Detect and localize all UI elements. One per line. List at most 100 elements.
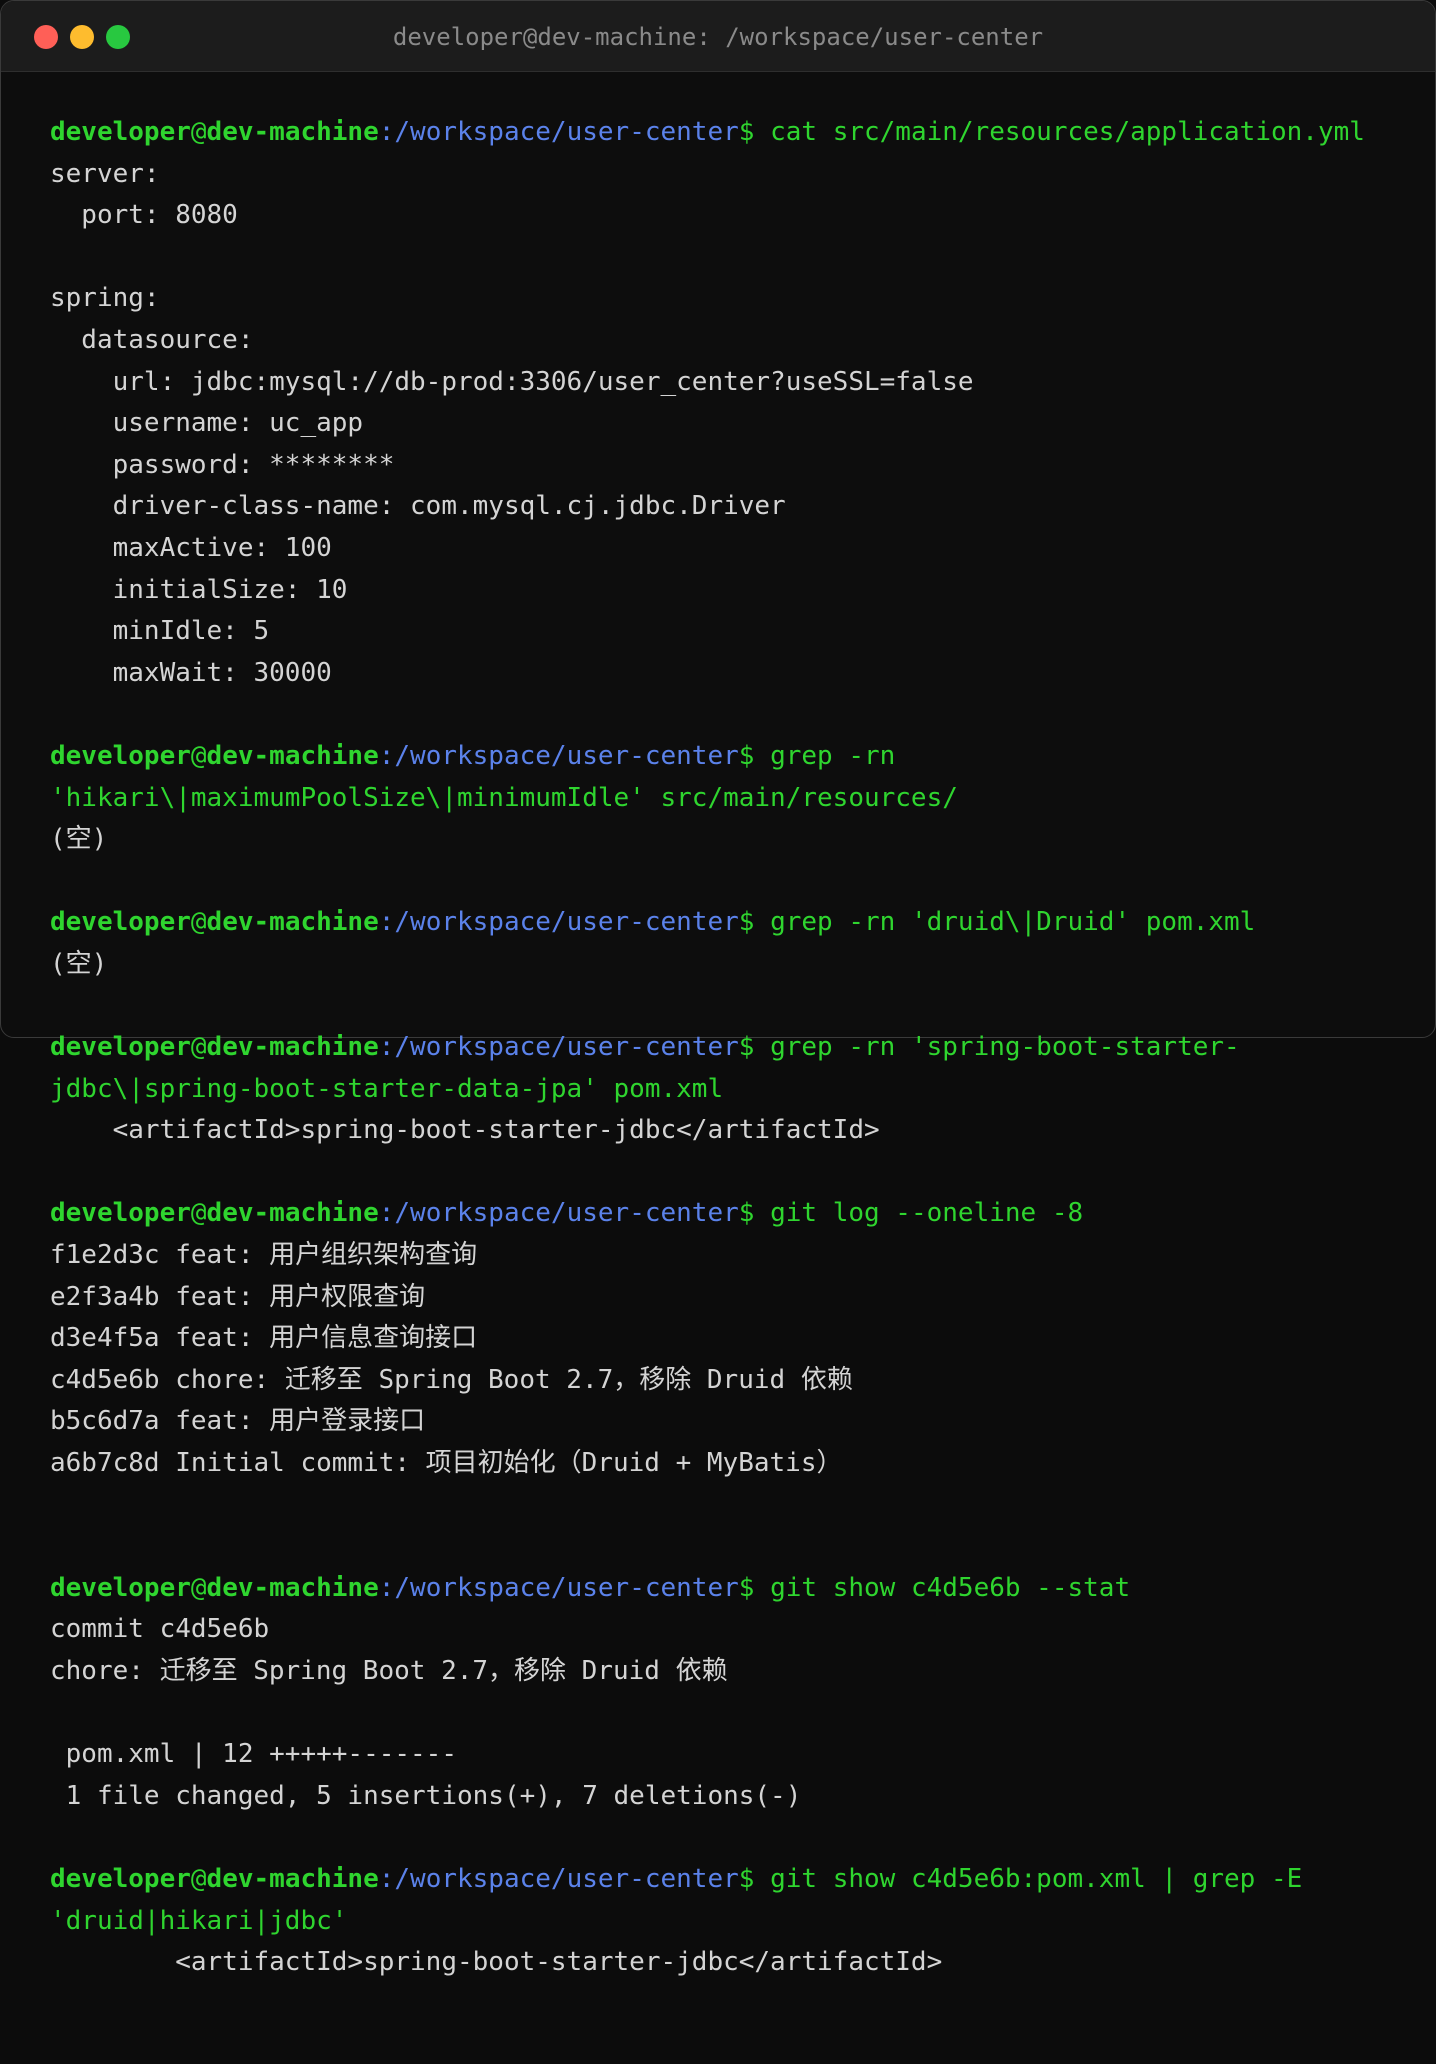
prompt-user: developer (50, 1198, 191, 1229)
prompt-path: :/workspace/user-center (378, 740, 739, 771)
prompt-at: @ (190, 740, 207, 771)
prompt-user: developer (50, 1032, 191, 1063)
output-text: minIdle: 5 (50, 616, 270, 647)
output-line: driver-class-name: com.mysql.cj.jdbc.Dri… (50, 486, 1420, 528)
output-text: a6b7c8d Initial commit: 项目初始化（Druid + My… (50, 1448, 843, 1478)
output-line: <artifactId>spring-boot-starter-jdbc</ar… (50, 1110, 1420, 1152)
prompt-host: dev-machine (206, 1863, 379, 1894)
output-text: f1e2d3c feat: 用户组织架构查询 (50, 1240, 478, 1271)
prompt-line: developer@dev-machine:/workspace/user-ce… (50, 112, 1420, 154)
prompt-at: @ (190, 907, 207, 938)
output-line: datasource: (50, 320, 1420, 362)
output-text: <artifactId>spring-boot-starter-jdbc</ar… (50, 1115, 880, 1146)
prompt-symbol: $ (738, 1863, 771, 1894)
prompt-symbol: $ (738, 740, 771, 771)
title-bar: developer@dev-machine: /workspace/user-c… (1, 1, 1435, 72)
prompt-user: developer (50, 117, 191, 147)
output-line: f1e2d3c feat: 用户组织架构查询 (50, 1235, 1420, 1277)
prompt-path: :/workspace/user-center (378, 1032, 739, 1063)
prompt-host: dev-machine (206, 1198, 379, 1229)
prompt-symbol: $ (738, 117, 771, 147)
prompt-line: developer@dev-machine:/workspace/user-ce… (50, 1568, 1420, 1610)
output-text: driver-class-name: com.mysql.cj.jdbc.Dri… (50, 491, 786, 522)
command-text: cat src/main/resources/application.yml (770, 117, 1365, 147)
output-line: <artifactId>spring-boot-starter-jdbc</ar… (50, 1942, 1420, 1984)
command-text: grep -rn 'druid\|Druid' pom.xml (770, 907, 1256, 938)
output-line: 1 file changed, 5 insertions(+), 7 delet… (50, 1776, 1420, 1818)
output-line: server: (50, 154, 1420, 196)
output-line: d3e4f5a feat: 用户信息查询接口 (50, 1318, 1420, 1360)
prompt-at: @ (190, 1032, 207, 1063)
command-continuation-line: jdbc\|spring-boot-starter-data-jpa' pom.… (50, 1069, 1420, 1111)
prompt-path: :/workspace/user-center (378, 1572, 739, 1603)
output-text: (空) (50, 824, 108, 855)
output-text: password: ******** (50, 449, 395, 480)
prompt-user: developer (50, 1572, 191, 1603)
prompt-line: developer@dev-machine:/workspace/user-ce… (50, 736, 1420, 778)
output-line: minIdle: 5 (50, 611, 1420, 653)
command-text: 'hikari\|maximumPoolSize\|minimumIdle' s… (50, 782, 958, 813)
command-continuation-line: 'druid|hikari|jdbc' (50, 1901, 1420, 1943)
output-text: <artifactId>spring-boot-starter-jdbc</ar… (50, 1947, 943, 1978)
output-text: e2f3a4b feat: 用户权限查询 (50, 1281, 426, 1312)
prompt-path: :/workspace/user-center (378, 117, 739, 147)
output-text: server: (50, 158, 160, 189)
output-line: commit c4d5e6b (50, 1609, 1420, 1651)
command-text: 'druid|hikari|jdbc' (50, 1905, 348, 1936)
output-text: username: uc_app (50, 408, 364, 439)
output-line: a6b7c8d Initial commit: 项目初始化（Druid + My… (50, 1443, 1420, 1485)
prompt-host: dev-machine (206, 117, 379, 147)
output-line: e2f3a4b feat: 用户权限查询 (50, 1277, 1420, 1319)
output-text: (空) (50, 948, 108, 979)
command-text: git log --oneline -8 (770, 1198, 1084, 1229)
prompt-line: developer@dev-machine:/workspace/user-ce… (50, 1027, 1420, 1069)
output-text: maxActive: 100 (50, 532, 332, 563)
output-text: pom.xml | 12 +++++------- (50, 1739, 457, 1770)
output-text: d3e4f5a feat: 用户信息查询接口 (50, 1323, 478, 1354)
prompt-at: @ (190, 1863, 207, 1894)
prompt-symbol: $ (738, 1198, 771, 1229)
prompt-symbol: $ (738, 1572, 771, 1603)
command-text: jdbc\|spring-boot-starter-data-jpa' pom.… (50, 1073, 724, 1104)
terminal-output[interactable]: developer@dev-machine:/workspace/user-ce… (50, 112, 1420, 1984)
output-line: chore: 迁移至 Spring Boot 2.7，移除 Druid 依赖 (50, 1651, 1420, 1693)
output-line: maxWait: 30000 (50, 653, 1420, 695)
output-line: url: jdbc:mysql://db-prod:3306/user_cent… (50, 362, 1420, 404)
prompt-path: :/workspace/user-center (378, 907, 739, 938)
output-text: url: jdbc:mysql://db-prod:3306/user_cent… (50, 366, 974, 397)
prompt-host: dev-machine (206, 907, 379, 938)
prompt-line: developer@dev-machine:/workspace/user-ce… (50, 1859, 1420, 1901)
output-line: maxActive: 100 (50, 528, 1420, 570)
prompt-user: developer (50, 907, 191, 938)
output-text: maxWait: 30000 (50, 657, 332, 688)
output-text: port: 8080 (50, 200, 238, 231)
output-text: spring: (50, 283, 160, 314)
prompt-symbol: $ (738, 1032, 771, 1063)
command-text: grep -rn 'spring-boot-starter- (770, 1032, 1240, 1063)
output-line: pom.xml | 12 +++++------- (50, 1734, 1420, 1776)
prompt-host: dev-machine (206, 740, 379, 771)
output-line: password: ******** (50, 445, 1420, 487)
output-text: b5c6d7a feat: 用户登录接口 (50, 1406, 426, 1437)
output-line: (空) (50, 944, 1420, 986)
prompt-symbol: $ (738, 907, 771, 938)
output-line: initialSize: 10 (50, 570, 1420, 612)
output-line: (空) (50, 819, 1420, 861)
prompt-at: @ (190, 117, 207, 147)
prompt-at: @ (190, 1572, 207, 1603)
output-line: port: 8080 (50, 195, 1420, 237)
command-text: git show c4d5e6b --stat (770, 1572, 1131, 1603)
prompt-path: :/workspace/user-center (378, 1198, 739, 1229)
prompt-line: developer@dev-machine:/workspace/user-ce… (50, 902, 1420, 944)
output-line: spring: (50, 278, 1420, 320)
command-text: git show c4d5e6b:pom.xml | grep -E (770, 1863, 1303, 1894)
command-continuation-line: 'hikari\|maximumPoolSize\|minimumIdle' s… (50, 778, 1420, 820)
command-text: grep -rn (770, 740, 896, 771)
